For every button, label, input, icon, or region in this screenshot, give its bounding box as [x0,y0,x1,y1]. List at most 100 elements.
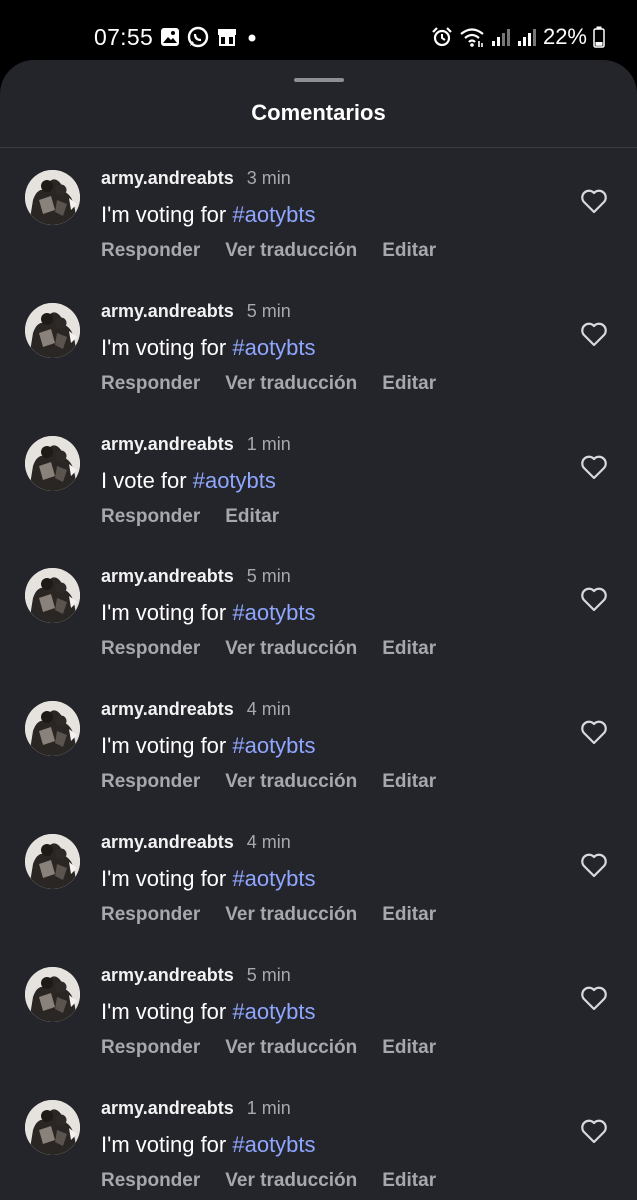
comment-action-ver-traducci-n[interactable]: Ver traducción [225,1037,357,1059]
comment-action-ver-traducci-n[interactable]: Ver traducción [225,240,357,262]
comment-action-ver-traducci-n[interactable]: Ver traducción [225,638,357,660]
comment-actions: Responder Ver traducción Editar [101,1170,436,1192]
comment-action-editar[interactable]: Editar [382,771,436,793]
comment-text: I'm voting for #aotybts [101,999,316,1025]
avatar[interactable] [25,701,80,757]
avatar[interactable] [25,302,80,358]
wifi-icon [460,28,484,47]
comment-action-editar[interactable]: Editar [382,1037,436,1059]
comment-text-body: I'm voting for [101,1131,233,1157]
comment-time: 1 min [246,433,291,454]
comment-time: 5 min [246,964,291,985]
comment-item: army.andreabts 1 min I'm voting for #aotyb… [0,1078,637,1200]
comment-item: army.andreabts 4 min I'm voting for #aotyb… [0,812,637,945]
comment-hashtag[interactable]: #aotybts [232,335,315,360]
status-time: 07:55 [94,24,154,50]
comment-action-ver-traducci-n[interactable]: Ver traducción [225,771,357,793]
comment-text: I'm voting for #aotybts [101,733,316,759]
heart-icon[interactable] [580,852,608,878]
comment-meta: army.andreabts 5 min [101,566,291,587]
whatsapp-icon [187,26,209,48]
comment-username[interactable]: army.andreabts [101,434,234,455]
comment-username[interactable]: army.andreabts [101,832,234,853]
avatar[interactable] [25,170,80,225]
comment-meta: army.andreabts 5 min [101,965,291,986]
comment-item: army.andreabts 5 min I'm voting for #aotyb… [0,945,637,1078]
heart-icon[interactable] [580,188,608,214]
avatar[interactable] [25,435,80,491]
cast-icon [218,29,236,46]
comment-hashtag[interactable]: #aotybts [232,999,315,1024]
comment-text: I vote for #aotybts [101,468,276,494]
comment-username[interactable]: army.andreabts [101,301,234,322]
heart-icon[interactable] [580,586,608,612]
avatar[interactable] [25,1099,80,1155]
comment-action-ver-traducci-n[interactable]: Ver traducción [225,373,357,395]
signal-icon [517,29,536,46]
comment-action-ver-traducci-n[interactable]: Ver traducción [225,904,357,926]
comment-actions: Responder Ver traducción Editar [101,904,436,926]
avatar[interactable] [25,966,80,1022]
comment-action-responder[interactable]: Responder [101,904,200,926]
comment-text: I'm voting for #aotybts [101,600,316,626]
comment-action-ver-traducci-n[interactable]: Ver traducción [225,1170,357,1192]
comments-sheet: Comentarios army.andreabts 3 min I'm votin… [0,60,637,1200]
heart-icon[interactable] [580,1118,608,1144]
status-bar: 07:55 22% [0,0,637,62]
comment-hashtag[interactable]: #aotybts [232,1132,315,1157]
comment-username[interactable]: army.andreabts [101,1098,234,1119]
comment-username[interactable]: army.andreabts [101,699,234,720]
drag-handle[interactable] [294,78,344,82]
comment-action-editar[interactable]: Editar [382,638,436,660]
comment-hashtag[interactable]: #aotybts [232,600,315,625]
comment-item: army.andreabts 5 min I'm voting for #aotyb… [0,281,637,414]
comment-action-responder[interactable]: Responder [101,506,200,528]
signal-icon [491,29,510,46]
comment-action-responder[interactable]: Responder [101,240,200,262]
comment-text-body: I'm voting for [101,600,233,626]
comment-action-responder[interactable]: Responder [101,771,200,793]
heart-icon[interactable] [580,321,608,347]
comment-hashtag[interactable]: #aotybts [232,733,315,758]
comment-action-editar[interactable]: Editar [382,904,436,926]
comment-username[interactable]: army.andreabts [101,566,234,587]
comment-action-responder[interactable]: Responder [101,638,200,660]
comment-text: I'm voting for #aotybts [101,866,316,892]
comment-hashtag[interactable]: #aotybts [232,202,315,227]
comment-text: I'm voting for #aotybts [101,1132,316,1158]
comment-action-editar[interactable]: Editar [382,240,436,262]
comment-username[interactable]: army.andreabts [101,168,234,189]
status-right: 22% [431,24,605,50]
comment-item: army.andreabts 1 min I vote for #aotybts Re… [0,414,637,547]
comment-time: 5 min [246,300,291,321]
comment-item: army.andreabts 5 min I'm voting for #aotyb… [0,546,637,679]
heart-icon[interactable] [580,454,608,480]
comment-hashtag[interactable]: #aotybts [193,468,276,493]
comment-time: 4 min [246,831,291,852]
heart-icon[interactable] [580,719,608,745]
heart-icon[interactable] [580,985,608,1011]
comment-action-responder[interactable]: Responder [101,1037,200,1059]
comment-text: I'm voting for #aotybts [101,335,316,361]
comment-text-body: I vote for [101,467,193,493]
comment-username[interactable]: army.andreabts [101,965,234,986]
comment-text-body: I'm voting for [101,733,233,759]
avatar[interactable] [25,568,80,624]
comment-text-body: I'm voting for [101,334,233,360]
comment-time: 3 min [246,168,291,188]
battery-icon [593,26,605,48]
comment-time: 5 min [246,566,291,587]
comment-action-responder[interactable]: Responder [101,373,200,395]
comment-text: I'm voting for #aotybts [101,202,316,228]
comment-action-responder[interactable]: Responder [101,1170,200,1192]
comment-action-editar[interactable]: Editar [225,506,279,528]
comment-time: 4 min [246,699,291,720]
comment-actions: Responder Ver traducción Editar [101,373,436,395]
comment-actions: Responder Editar [101,506,279,528]
comment-item: army.andreabts 4 min I'm voting for #aotyb… [0,679,637,812]
comment-hashtag[interactable]: #aotybts [232,866,315,891]
comment-action-editar[interactable]: Editar [382,373,436,395]
comment-action-editar[interactable]: Editar [382,1170,436,1192]
avatar[interactable] [25,833,80,889]
alarm-icon [432,27,452,47]
